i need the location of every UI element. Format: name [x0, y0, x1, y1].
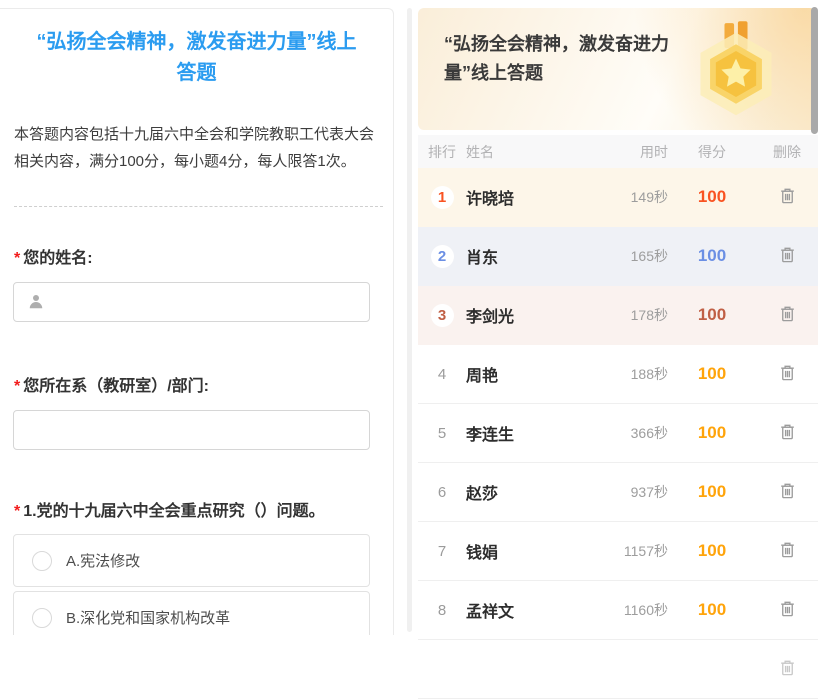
delete-button[interactable] — [776, 479, 799, 502]
score-value: 100 — [668, 423, 756, 443]
option-b[interactable]: B.深化党和国家机构改革 — [13, 591, 370, 635]
rank-number: 4 — [438, 366, 446, 383]
delete-button[interactable] — [776, 656, 799, 679]
delete-button[interactable] — [776, 243, 799, 266]
leaderboard-header-card: “弘扬全会精神，激发奋进力量”线上答题 — [418, 8, 816, 130]
time-used: 1160秒 — [584, 600, 668, 620]
leaderboard-table-header: 排行 姓名 用时 得分 删除 — [418, 135, 818, 168]
radio-icon[interactable] — [32, 608, 52, 628]
trash-icon — [778, 540, 797, 559]
divider — [14, 206, 383, 207]
time-used: 165秒 — [584, 246, 668, 266]
trash-icon — [778, 658, 797, 677]
leaderboard-row: 8 孟祥文 1160秒 100 — [418, 581, 818, 640]
required-marker: * — [14, 378, 20, 395]
required-marker: * — [14, 503, 20, 520]
rank-badge: 1 — [431, 186, 454, 209]
player-name: 赵莎 — [466, 480, 584, 504]
delete-button[interactable] — [776, 184, 799, 207]
delete-button[interactable] — [776, 361, 799, 384]
player-name: 孟祥文 — [466, 598, 584, 622]
delete-button[interactable] — [776, 302, 799, 325]
rank-badge: 3 — [431, 304, 454, 327]
header-time: 用时 — [584, 142, 668, 162]
dept-input-wrap — [13, 410, 370, 450]
form-description: 本答题内容包括十九届六中全会和学院教职工代表大会相关内容，满分100分，每小题4… — [0, 121, 393, 175]
option-b-label: B.深化党和国家机构改革 — [66, 607, 230, 628]
left-panel-scrollbar[interactable] — [407, 8, 412, 632]
rank-number: 7 — [438, 543, 446, 560]
rank-number: 6 — [438, 484, 446, 501]
leaderboard-row: 3 李剑光 178秒 100 — [418, 286, 818, 345]
trash-icon — [778, 481, 797, 500]
option-a[interactable]: A.宪法修改 — [13, 534, 370, 587]
header-rank: 排行 — [418, 142, 466, 162]
radio-icon[interactable] — [32, 551, 52, 571]
rank-badge: 2 — [431, 245, 454, 268]
leaderboard-panel: “弘扬全会精神，激发奋进力量”线上答题 排行 姓名 用时 得分 删除 1 许晓培… — [418, 0, 818, 671]
question-1-text: 1.党的十九届六中全会重点研究（）问题。 — [23, 503, 324, 520]
score-value: 100 — [668, 246, 756, 266]
dept-input[interactable] — [26, 422, 359, 439]
score-value: 100 — [668, 305, 756, 325]
score-value: 100 — [668, 600, 756, 620]
player-name: 李连生 — [466, 421, 584, 445]
trash-icon — [778, 245, 797, 264]
option-a-label: A.宪法修改 — [66, 550, 140, 571]
player-name: 李剑光 — [466, 303, 584, 327]
header-delete: 删除 — [756, 142, 818, 162]
delete-button[interactable] — [776, 538, 799, 561]
score-value: 100 — [668, 482, 756, 502]
score-value: 100 — [668, 187, 756, 207]
header-score: 得分 — [668, 142, 756, 162]
trash-icon — [778, 599, 797, 618]
score-value: 100 — [668, 541, 756, 561]
time-used: 188秒 — [584, 364, 668, 384]
leaderboard-row: 1 许晓培 149秒 100 — [418, 168, 818, 227]
leaderboard-row: 6 赵莎 937秒 100 — [418, 463, 818, 522]
trash-icon — [778, 363, 797, 382]
quiz-form-card: “弘扬全会精神，激发奋进力量”线上答题 本答题内容包括十九届六中全会和学院教职工… — [0, 8, 394, 635]
rank-number: 5 — [438, 425, 446, 442]
time-used: 178秒 — [584, 305, 668, 325]
delete-button[interactable] — [776, 597, 799, 620]
quiz-admin-page: { "required_marker": "*", "left_panel": … — [0, 0, 828, 671]
required-marker: * — [14, 250, 20, 267]
leaderboard-title: “弘扬全会精神，激发奋进力量”线上答题 — [418, 8, 816, 88]
rank-number: 8 — [438, 602, 446, 619]
player-name: 许晓培 — [466, 185, 584, 209]
dept-field-label: *您所在系（教研室）/部门: — [0, 372, 393, 396]
leaderboard-row: 5 李连生 366秒 100 — [418, 404, 818, 463]
time-used: 366秒 — [584, 423, 668, 443]
time-used: 149秒 — [584, 187, 668, 207]
dept-field-label-text: 您所在系（教研室）/部门: — [23, 378, 209, 395]
leaderboard-row-partial — [418, 640, 818, 699]
trash-icon — [778, 304, 797, 323]
question-1-label: *1.党的十九届六中全会重点研究（）问题。 — [0, 497, 393, 521]
name-field-label-text: 您的姓名: — [23, 250, 92, 267]
score-value: 100 — [668, 364, 756, 384]
name-input-wrap — [13, 282, 370, 322]
player-name: 钱娟 — [466, 539, 584, 563]
leaderboard-row: 2 肖东 165秒 100 — [418, 227, 818, 286]
name-input[interactable] — [54, 294, 359, 311]
name-field-label: *您的姓名: — [0, 244, 393, 268]
delete-button[interactable] — [776, 420, 799, 443]
leaderboard-row: 7 钱娟 1157秒 100 — [418, 522, 818, 581]
leaderboard-row: 4 周艳 188秒 100 — [418, 345, 818, 404]
form-title: “弘扬全会精神，激发奋进力量”线上答题 — [0, 27, 393, 89]
time-used: 937秒 — [584, 482, 668, 502]
person-icon — [26, 292, 46, 312]
player-name: 周艳 — [466, 362, 584, 386]
trash-icon — [778, 186, 797, 205]
header-name: 姓名 — [466, 142, 584, 162]
trash-icon — [778, 422, 797, 441]
time-used: 1157秒 — [584, 541, 668, 561]
player-name: 肖东 — [466, 244, 584, 268]
